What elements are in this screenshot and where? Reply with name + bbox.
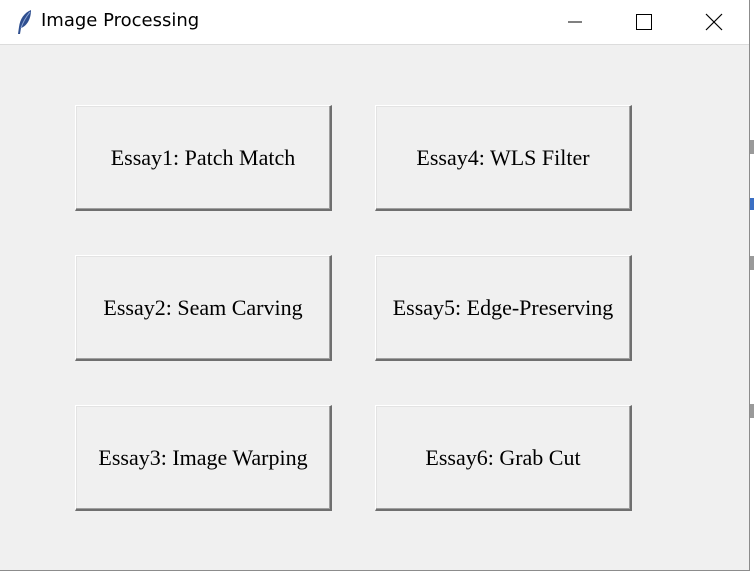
feather-icon [15, 9, 35, 35]
essay1-patch-match-button[interactable]: Essay1: Patch Match [75, 105, 332, 211]
essay3-image-warping-button[interactable]: Essay3: Image Warping [75, 405, 332, 511]
window-title: Image Processing [41, 10, 200, 31]
essay2-seam-carving-button[interactable]: Essay2: Seam Carving [75, 255, 332, 361]
maximize-button[interactable] [609, 0, 679, 44]
title-bar[interactable]: Image Processing [0, 0, 749, 45]
background-window-edge [750, 0, 754, 574]
essay5-edge-preserving-button[interactable]: Essay5: Edge-Preserving [375, 255, 632, 361]
close-icon [705, 13, 723, 31]
minimize-icon [568, 21, 582, 23]
close-button[interactable] [679, 0, 749, 44]
maximize-icon [636, 14, 652, 30]
app-window: Image Processing Essay1: Patch Match Ess… [0, 0, 750, 571]
essay6-grab-cut-button[interactable]: Essay6: Grab Cut [375, 405, 632, 511]
essay4-wls-filter-button[interactable]: Essay4: WLS Filter [375, 105, 632, 211]
minimize-button[interactable] [540, 0, 610, 44]
